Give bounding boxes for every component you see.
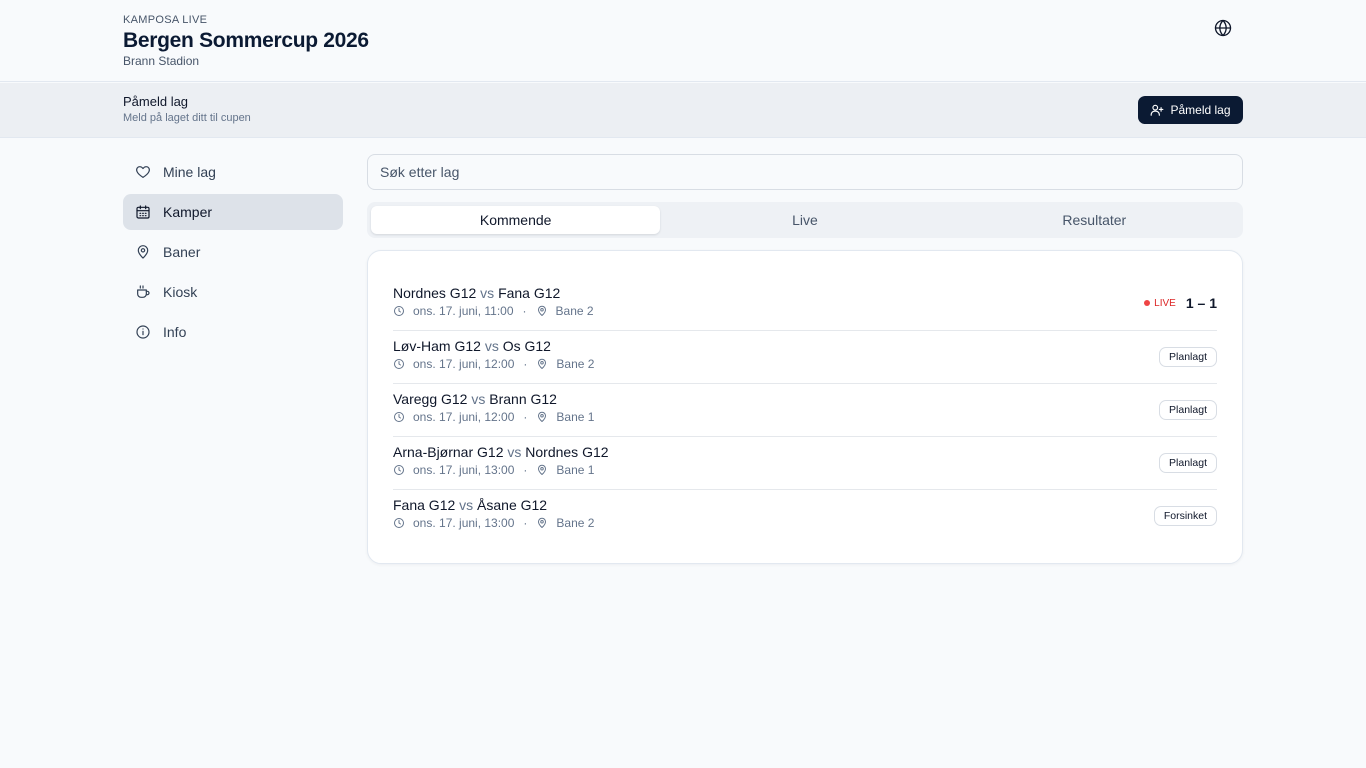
- match-row[interactable]: Nordnes G12 vs Fana G12 ons. 17. juni, 1…: [393, 278, 1217, 331]
- match-time: ons. 17. juni, 12:00: [413, 357, 515, 371]
- live-indicator: LIVE 1 – 1: [1144, 292, 1217, 314]
- match-meta: ons. 17. juni, 13:00 · Bane 2: [393, 516, 594, 530]
- user-plus-icon: [1151, 104, 1164, 116]
- match-time: ons. 17. juni, 13:00: [413, 516, 515, 530]
- match-time: ons. 17. juni, 12:00: [413, 410, 515, 424]
- sidebar-item-info[interactable]: Info: [123, 314, 343, 350]
- match-row[interactable]: Varegg G12 vs Brann G12 ons. 17. juni, 1…: [393, 384, 1217, 437]
- sidebar-item-label: Kiosk: [163, 284, 198, 300]
- match-row[interactable]: Arna-Bjørnar G12 vs Nordnes G12 ons. 17.…: [393, 437, 1217, 490]
- sidebar-item-baner[interactable]: Baner: [123, 234, 343, 270]
- match-pitch: Bane 1: [556, 410, 595, 424]
- live-label: LIVE: [1154, 297, 1176, 309]
- map-pin-icon: [538, 464, 547, 475]
- away-team: Åsane G12: [477, 497, 548, 513]
- sidebar-item-kiosk[interactable]: Kiosk: [123, 274, 343, 310]
- match-teams: Varegg G12 vs Brann G12: [393, 391, 557, 407]
- heart-icon: [136, 166, 150, 178]
- home-team: Fana G12: [393, 497, 456, 513]
- home-team: Varegg G12: [393, 391, 468, 407]
- sidebar-item-label: Mine lag: [163, 164, 216, 180]
- sidebar-item-label: Info: [163, 324, 187, 340]
- match-pitch: Bane 2: [556, 516, 595, 530]
- match-teams: Nordnes G12 vs Fana G12: [393, 285, 560, 301]
- match-score: 1 – 1: [1185, 295, 1217, 311]
- meta-separator: ·: [523, 516, 528, 530]
- vs-label: vs: [459, 497, 474, 513]
- match-pitch: Bane 2: [556, 357, 595, 371]
- sidebar-item-mine-lag[interactable]: Mine lag: [123, 154, 343, 190]
- meta-separator: ·: [523, 463, 528, 477]
- app-header: KAMPOSA LIVE Bergen Sommercup 2026 Brann…: [0, 0, 1366, 82]
- map-pin-icon: [137, 245, 149, 259]
- status-badge: Planlagt: [1159, 347, 1217, 367]
- match-pitch: Bane 2: [555, 304, 594, 318]
- tab-kommende[interactable]: Kommende: [371, 206, 661, 234]
- home-team: Løv-Ham G12: [393, 338, 481, 354]
- match-time: ons. 17. juni, 11:00: [413, 304, 514, 318]
- vs-label: vs: [471, 391, 486, 407]
- register-team-button[interactable]: Påmeld lag: [1138, 96, 1243, 124]
- banner-title: Påmeld lag: [123, 94, 189, 109]
- match-teams: Fana G12 vs Åsane G12: [393, 497, 547, 513]
- home-team: Nordnes G12: [393, 285, 477, 301]
- clock-icon: [394, 359, 404, 369]
- register-team-button-label: Påmeld lag: [1170, 103, 1231, 117]
- away-team: Nordnes G12: [525, 444, 609, 460]
- calendar-icon: [136, 205, 150, 219]
- match-tabs: Kommende Live Resultater: [367, 202, 1243, 238]
- map-pin-icon: [538, 517, 547, 528]
- away-team: Fana G12: [498, 285, 561, 301]
- globe-icon[interactable]: [1213, 18, 1233, 38]
- status-badge: Forsinket: [1153, 506, 1217, 526]
- live-dot-icon: [1144, 300, 1151, 306]
- sidebar: Mine lag Kamper Baner Kiosk Info: [123, 154, 343, 354]
- vs-label: vs: [507, 444, 522, 460]
- tab-live[interactable]: Live: [660, 206, 949, 234]
- match-meta: ons. 17. juni, 12:00 · Bane 2: [393, 357, 594, 371]
- sidebar-item-kamper[interactable]: Kamper: [123, 194, 343, 230]
- vs-label: vs: [480, 285, 495, 301]
- brand-label: KAMPOSA LIVE: [123, 14, 208, 26]
- sidebar-item-label: Baner: [163, 244, 201, 260]
- meta-separator: ·: [523, 357, 528, 371]
- clock-icon: [394, 465, 404, 475]
- register-banner: Påmeld lag Meld på laget ditt til cupen …: [0, 83, 1366, 138]
- map-pin-icon: [538, 411, 547, 422]
- match-row[interactable]: Løv-Ham G12 vs Os G12 ons. 17. juni, 12:…: [393, 331, 1217, 384]
- venue-label: Brann Stadion: [123, 54, 200, 68]
- match-meta: ons. 17. juni, 12:00 · Bane 1: [393, 410, 594, 424]
- away-team: Os G12: [502, 338, 551, 354]
- match-meta: ons. 17. juni, 13:00 · Bane 1: [393, 463, 594, 477]
- page-title: Bergen Sommercup 2026: [123, 29, 369, 52]
- map-pin-icon: [537, 305, 546, 316]
- search-input[interactable]: [367, 154, 1243, 190]
- status-badge: Planlagt: [1159, 400, 1217, 420]
- match-list: Nordnes G12 vs Fana G12 ons. 17. juni, 1…: [367, 250, 1243, 564]
- match-meta: ons. 17. juni, 11:00 · Bane 2: [393, 304, 594, 318]
- clock-icon: [394, 412, 404, 422]
- clock-icon: [394, 518, 404, 528]
- banner-subtitle: Meld på laget ditt til cupen: [123, 112, 251, 124]
- info-icon: [136, 325, 150, 339]
- meta-separator: ·: [523, 410, 528, 424]
- match-pitch: Bane 1: [556, 463, 595, 477]
- sidebar-item-label: Kamper: [163, 204, 213, 220]
- match-time: ons. 17. juni, 13:00: [413, 463, 515, 477]
- match-row[interactable]: Fana G12 vs Åsane G12 ons. 17. juni, 13:…: [393, 490, 1217, 543]
- match-teams: Løv-Ham G12 vs Os G12: [393, 338, 551, 354]
- tab-resultater[interactable]: Resultater: [950, 206, 1239, 234]
- vs-label: vs: [484, 338, 499, 354]
- coffee-icon: [137, 285, 150, 298]
- home-team: Arna-Bjørnar G12: [393, 444, 504, 460]
- status-badge: Planlagt: [1159, 453, 1217, 473]
- map-pin-icon: [538, 358, 547, 369]
- away-team: Brann G12: [489, 391, 557, 407]
- meta-separator: ·: [522, 304, 527, 318]
- clock-icon: [394, 306, 404, 316]
- match-teams: Arna-Bjørnar G12 vs Nordnes G12: [393, 444, 609, 460]
